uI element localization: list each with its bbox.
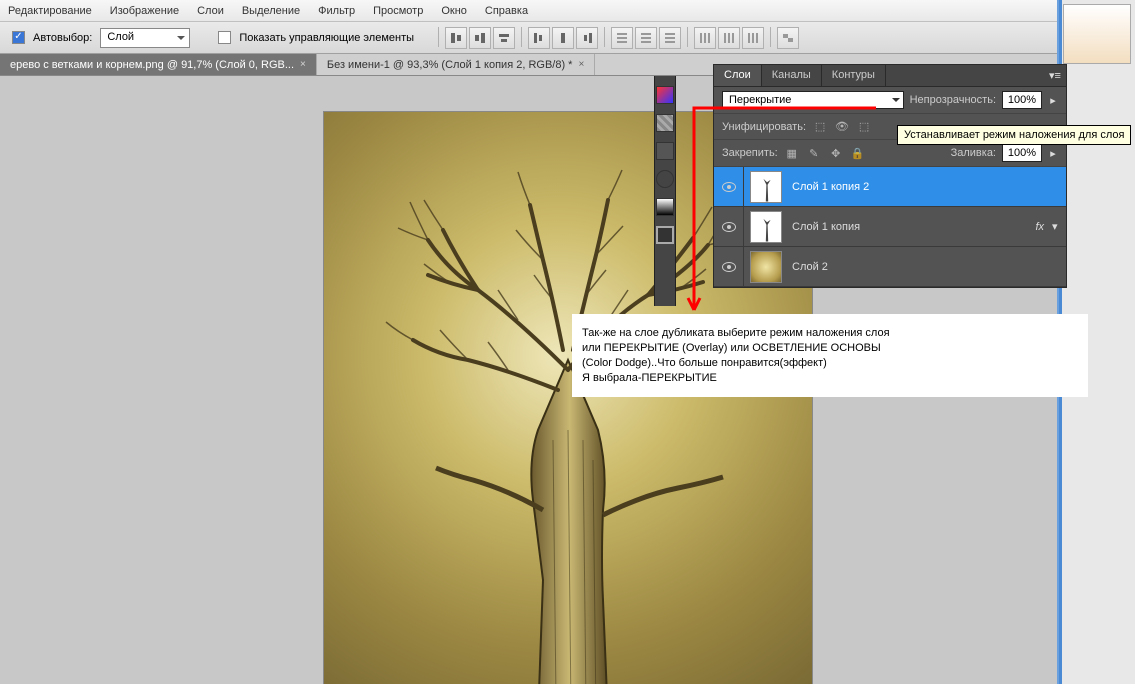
channels-tab[interactable]: Каналы bbox=[762, 65, 822, 86]
menu-edit[interactable]: Редактирование bbox=[8, 5, 92, 17]
panel-menu-icon[interactable]: ▾≡ bbox=[1044, 65, 1066, 86]
text-panel-icon[interactable] bbox=[656, 142, 674, 160]
menu-select[interactable]: Выделение bbox=[242, 5, 300, 17]
mask-panel-icon[interactable] bbox=[656, 226, 674, 244]
tab-label: Без имени-1 @ 93,3% (Слой 1 копия 2, RGB… bbox=[327, 59, 573, 71]
fx-expand-icon[interactable]: ▾ bbox=[1052, 220, 1062, 233]
align-icon[interactable] bbox=[445, 27, 467, 49]
align-icon[interactable] bbox=[576, 27, 598, 49]
auto-select-label: Автовыбор: bbox=[33, 32, 92, 44]
menu-bar: Редактирование Изображение Слои Выделени… bbox=[0, 0, 1135, 22]
annotation-line: (Color Dodge)..Что больше понравится(эфф… bbox=[582, 356, 1078, 371]
paths-tab[interactable]: Контуры bbox=[822, 65, 886, 86]
align-icon[interactable] bbox=[528, 27, 550, 49]
annotation-line: Так-же на слое дубликата выберите режим … bbox=[582, 326, 1078, 341]
close-icon[interactable]: × bbox=[578, 59, 584, 70]
opacity-label: Непрозрачность: bbox=[910, 94, 996, 106]
document-tab[interactable]: Без имени-1 @ 93,3% (Слой 1 копия 2, RGB… bbox=[317, 54, 595, 75]
opacity-field[interactable]: 100% bbox=[1002, 91, 1042, 109]
auto-select-dropdown[interactable]: Слой bbox=[100, 28, 190, 48]
fill-slider-icon[interactable]: ▸ bbox=[1048, 147, 1058, 160]
fill-label: Заливка: bbox=[951, 147, 996, 159]
menu-view[interactable]: Просмотр bbox=[373, 5, 423, 17]
opacity-slider-icon[interactable]: ▸ bbox=[1048, 94, 1058, 107]
close-icon[interactable]: × bbox=[300, 59, 306, 70]
show-controls-checkbox[interactable] bbox=[218, 31, 231, 44]
color-panel-icon[interactable] bbox=[656, 86, 674, 104]
annotation-arrow bbox=[686, 100, 886, 320]
distribute-icon[interactable] bbox=[659, 27, 681, 49]
distribute-icon[interactable] bbox=[611, 27, 633, 49]
adjust-panel-icon[interactable] bbox=[656, 198, 674, 216]
layers-tab[interactable]: Слои bbox=[714, 65, 762, 86]
annotation-line: или ПЕРЕКРЫТИЕ (Overlay) или ОСВЕТЛЕНИЕ … bbox=[582, 341, 1078, 356]
distribute-icon[interactable] bbox=[694, 27, 716, 49]
align-icon[interactable] bbox=[552, 27, 574, 49]
menu-help[interactable]: Справка bbox=[485, 5, 528, 17]
swatches-panel-icon[interactable] bbox=[656, 114, 674, 132]
distribute-icon[interactable] bbox=[718, 27, 740, 49]
auto-select-checkbox[interactable] bbox=[12, 31, 25, 44]
menu-filter[interactable]: Фильтр bbox=[318, 5, 355, 17]
align-icon[interactable] bbox=[493, 27, 515, 49]
annotation-text: Так-же на слое дубликата выберите режим … bbox=[572, 314, 1088, 397]
auto-align-icon[interactable] bbox=[777, 27, 799, 49]
show-controls-label: Показать управляющие элементы bbox=[239, 32, 414, 44]
menu-layers[interactable]: Слои bbox=[197, 5, 224, 17]
distribute-icon[interactable] bbox=[742, 27, 764, 49]
tab-label: ерево с ветками и корнем.png @ 91,7% (Сл… bbox=[10, 59, 294, 71]
menu-image[interactable]: Изображение bbox=[110, 5, 179, 17]
tooltip: Устанавливает режим наложения для слоя bbox=[897, 125, 1131, 145]
collapsed-panels bbox=[654, 76, 676, 306]
fx-badge[interactable]: fx bbox=[1035, 221, 1044, 233]
thumbnail-card[interactable] bbox=[1063, 4, 1131, 64]
distribute-icon[interactable] bbox=[635, 27, 657, 49]
options-bar: Автовыбор: Слой Показать управляющие эле… bbox=[0, 22, 1135, 54]
styles-panel-icon[interactable] bbox=[656, 170, 674, 188]
document-tab[interactable]: ерево с ветками и корнем.png @ 91,7% (Сл… bbox=[0, 54, 317, 75]
menu-window[interactable]: Окно bbox=[441, 5, 467, 17]
annotation-line: Я выбрала-ПЕРЕКРЫТИЕ bbox=[582, 371, 1078, 386]
align-icon[interactable] bbox=[469, 27, 491, 49]
fill-field[interactable]: 100% bbox=[1002, 144, 1042, 162]
